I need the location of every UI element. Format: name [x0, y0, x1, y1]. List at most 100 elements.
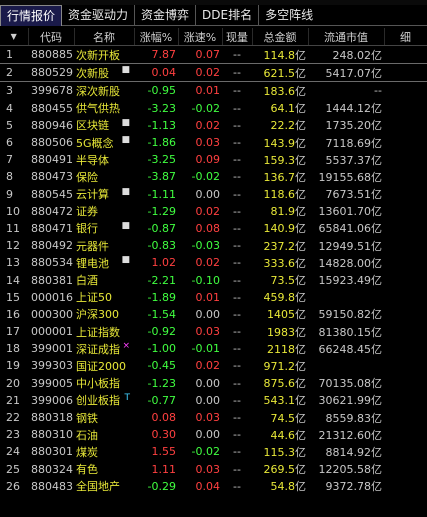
col-now[interactable]: 现量 — [222, 28, 253, 46]
table-row[interactable]: 12 880492 元器件 -0.83 -0.03 -- 237.2亿 12949.51亿 — [0, 237, 427, 254]
row-name-cell: 钢铁 — [74, 409, 134, 426]
table-row[interactable]: 11 880471 银行 ■ -0.87 0.08 -- 140.9亿 65841.06亿 — [0, 220, 427, 237]
table-row[interactable]: 23 880310 石油 0.30 0.00 -- 44.6亿 21312.60亿 — [0, 426, 427, 443]
row-amount: 971.2 — [263, 359, 296, 373]
unit-label: 亿 — [295, 480, 306, 494]
row-extra — [384, 237, 427, 254]
row-extra — [384, 375, 427, 392]
table-row[interactable]: 10 880472 证券 -1.29 0.02 -- 81.9亿 13601.70亿 — [0, 203, 427, 220]
tab-fund-drive[interactable]: 资金驱动力 — [62, 5, 136, 26]
table-row[interactable]: 4 880455 供气供热 -3.23 -0.02 -- 64.1亿 1444.12亿 — [0, 100, 427, 117]
unit-label: 亿 — [371, 119, 382, 133]
row-now: -- — [233, 462, 241, 476]
col-pct[interactable]: 涨幅% — [134, 28, 179, 46]
unit-label: 亿 — [295, 119, 306, 133]
unit-label: 亿 — [295, 308, 306, 322]
col-name[interactable]: 名称 — [74, 28, 135, 46]
row-now: -- — [233, 290, 241, 304]
row-pct: -1.54 — [147, 307, 176, 321]
unit-label: 亿 — [295, 325, 306, 339]
row-cap-cell: 8814.92亿 — [308, 443, 384, 460]
row-amount-cell: 621.5亿 — [252, 63, 308, 83]
row-amount-cell: 543.1亿 — [252, 392, 308, 409]
row-code: 880492 — [31, 239, 73, 253]
row-cap-cell: 5417.07亿 — [308, 63, 384, 83]
row-name-cell: 上证50 — [74, 289, 134, 306]
row-extra — [384, 357, 427, 374]
row-pct: 1.55 — [151, 445, 177, 459]
row-speed: -0.10 — [191, 273, 220, 287]
tab-long-short[interactable]: 多空阵线 — [259, 5, 427, 26]
table-row[interactable]: 21 399006 创业板指 T -0.77 0.00 -- 543.1亿 30621.99亿 — [0, 392, 427, 409]
col-cap[interactable]: 流通市值 — [308, 28, 385, 46]
row-index: 3 — [6, 84, 13, 98]
table-row[interactable]: 26 880483 全国地产 -0.29 0.04 -- 54.8亿 9372.78亿 — [0, 478, 427, 495]
table-row[interactable]: 5 880946 区块链 ■ -1.13 0.02 -- 22.2亿 1735.20亿 — [0, 117, 427, 134]
unit-label: 亿 — [371, 463, 382, 477]
table-row[interactable]: 8 880473 保险 -3.87 -0.02 -- 136.7亿 19155.68亿 — [0, 168, 427, 185]
tab-dde-rank[interactable]: DDE排名 — [196, 5, 260, 26]
row-cap-cell: 70135.08亿 — [308, 375, 384, 392]
row-mark-icon: ■ — [121, 134, 130, 145]
row-cap: 65841.06 — [318, 222, 372, 236]
table-row[interactable]: 18 399001 深证成指 × -1.00 -0.01 -- 2118亿 66248.45亿 — [0, 340, 427, 357]
row-speed: -0.02 — [191, 445, 220, 459]
row-name-cell: 次新股 ■ — [74, 63, 134, 83]
table-row[interactable]: 19 399303 国证2000 -0.45 0.02 -- 971.2亿 — [0, 357, 427, 374]
row-index: 19 — [6, 359, 20, 373]
table-row[interactable]: 16 000300 沪深300 -1.54 0.00 -- 1405亿 59150.82亿 — [0, 306, 427, 323]
row-speed: 0.04 — [195, 479, 221, 493]
unit-label: 亿 — [295, 291, 306, 305]
col-amount[interactable]: 总金额 — [252, 28, 309, 46]
unit-label: 亿 — [371, 66, 382, 80]
table-row[interactable]: 25 880324 有色 1.11 0.03 -- 269.5亿 12205.58亿 — [0, 461, 427, 478]
table-row[interactable]: 14 880381 白酒 -2.21 -0.10 -- 73.5亿 15923.49亿 — [0, 271, 427, 288]
row-now: -- — [233, 428, 241, 442]
sort-desc-icon[interactable]: ▼ — [0, 28, 29, 46]
unit-label: 亿 — [371, 205, 382, 219]
row-pct: 0.08 — [151, 411, 177, 425]
row-code: 880310 — [31, 428, 73, 442]
row-name-cell: 深证成指 × — [74, 340, 134, 357]
table-row[interactable]: 20 399005 中小板指 -1.23 0.00 -- 875.6亿 70135.08亿 — [0, 375, 427, 392]
row-now: -- — [233, 153, 241, 167]
col-more[interactable]: 细 — [384, 28, 427, 46]
unit-label: 亿 — [295, 136, 306, 150]
table-row[interactable]: 15 000016 上证50 -1.89 0.01 -- 459.8亿 — [0, 289, 427, 306]
table-row[interactable]: 9 880545 云计算 ■ -1.11 0.00 -- 118.6亿 7673.51亿 — [0, 186, 427, 203]
table-row[interactable]: 13 880534 锂电池 ■ 1.02 0.02 -- 333.6亿 14828.00亿 — [0, 254, 427, 271]
row-name: 全国地产 — [76, 480, 120, 494]
unit-label: 亿 — [371, 222, 382, 236]
col-code[interactable]: 代码 — [28, 28, 75, 46]
row-code: 000001 — [31, 325, 73, 339]
row-cap: 66248.45 — [318, 342, 372, 356]
table-row[interactable]: 1 880885 次新开板 7.87 0.07 -- 114.8亿 248.02亿 — [0, 46, 427, 64]
table-row[interactable]: 17 000001 上证指数 -0.92 0.03 -- 1983亿 81380.15亿 — [0, 323, 427, 340]
col-speed[interactable]: 涨速% — [178, 28, 223, 46]
tab-quotes[interactable]: 行情报价 — [0, 5, 63, 26]
table-row[interactable]: 6 880506 5G概念 ■ -1.86 0.03 -- 143.9亿 7118.69亿 — [0, 134, 427, 151]
table-row[interactable]: 3 399678 深次新股 -0.95 0.01 -- 183.6亿 -- — [0, 82, 427, 100]
row-mark-icon: × — [122, 341, 130, 352]
row-pct: 1.11 — [151, 462, 177, 476]
row-name: 5G概念 — [76, 136, 114, 150]
unit-label: 亿 — [295, 48, 306, 62]
row-amount: 22.2 — [270, 119, 296, 133]
row-now: -- — [233, 342, 241, 356]
table-row[interactable]: 7 880491 半导体 -3.25 0.09 -- 159.3亿 5537.37亿 — [0, 151, 427, 168]
row-code: 880545 — [31, 187, 73, 201]
row-name: 银行 — [76, 222, 98, 236]
row-mark-icon: ■ — [121, 186, 130, 197]
row-cap-cell: 59150.82亿 — [308, 306, 384, 323]
row-amount-cell: 159.3亿 — [252, 151, 308, 168]
table-row[interactable]: 24 880301 煤炭 1.55 -0.02 -- 115.3亿 8814.92亿 — [0, 443, 427, 460]
tab-fund-game[interactable]: 资金博弈 — [135, 5, 197, 26]
row-amount: 115.3 — [263, 445, 296, 459]
row-cap-cell: 13601.70亿 — [308, 203, 384, 220]
table-row[interactable]: 2 880529 次新股 ■ 0.04 0.02 -- 621.5亿 5417.07亿 — [0, 63, 427, 83]
row-name-cell: 煤炭 — [74, 443, 134, 460]
row-cap-cell: 19155.68亿 — [308, 168, 384, 185]
row-amount-cell: 136.7亿 — [252, 168, 308, 185]
row-name: 白酒 — [76, 274, 98, 288]
table-row[interactable]: 22 880318 钢铁 0.08 0.03 -- 74.5亿 8559.83亿 — [0, 409, 427, 426]
